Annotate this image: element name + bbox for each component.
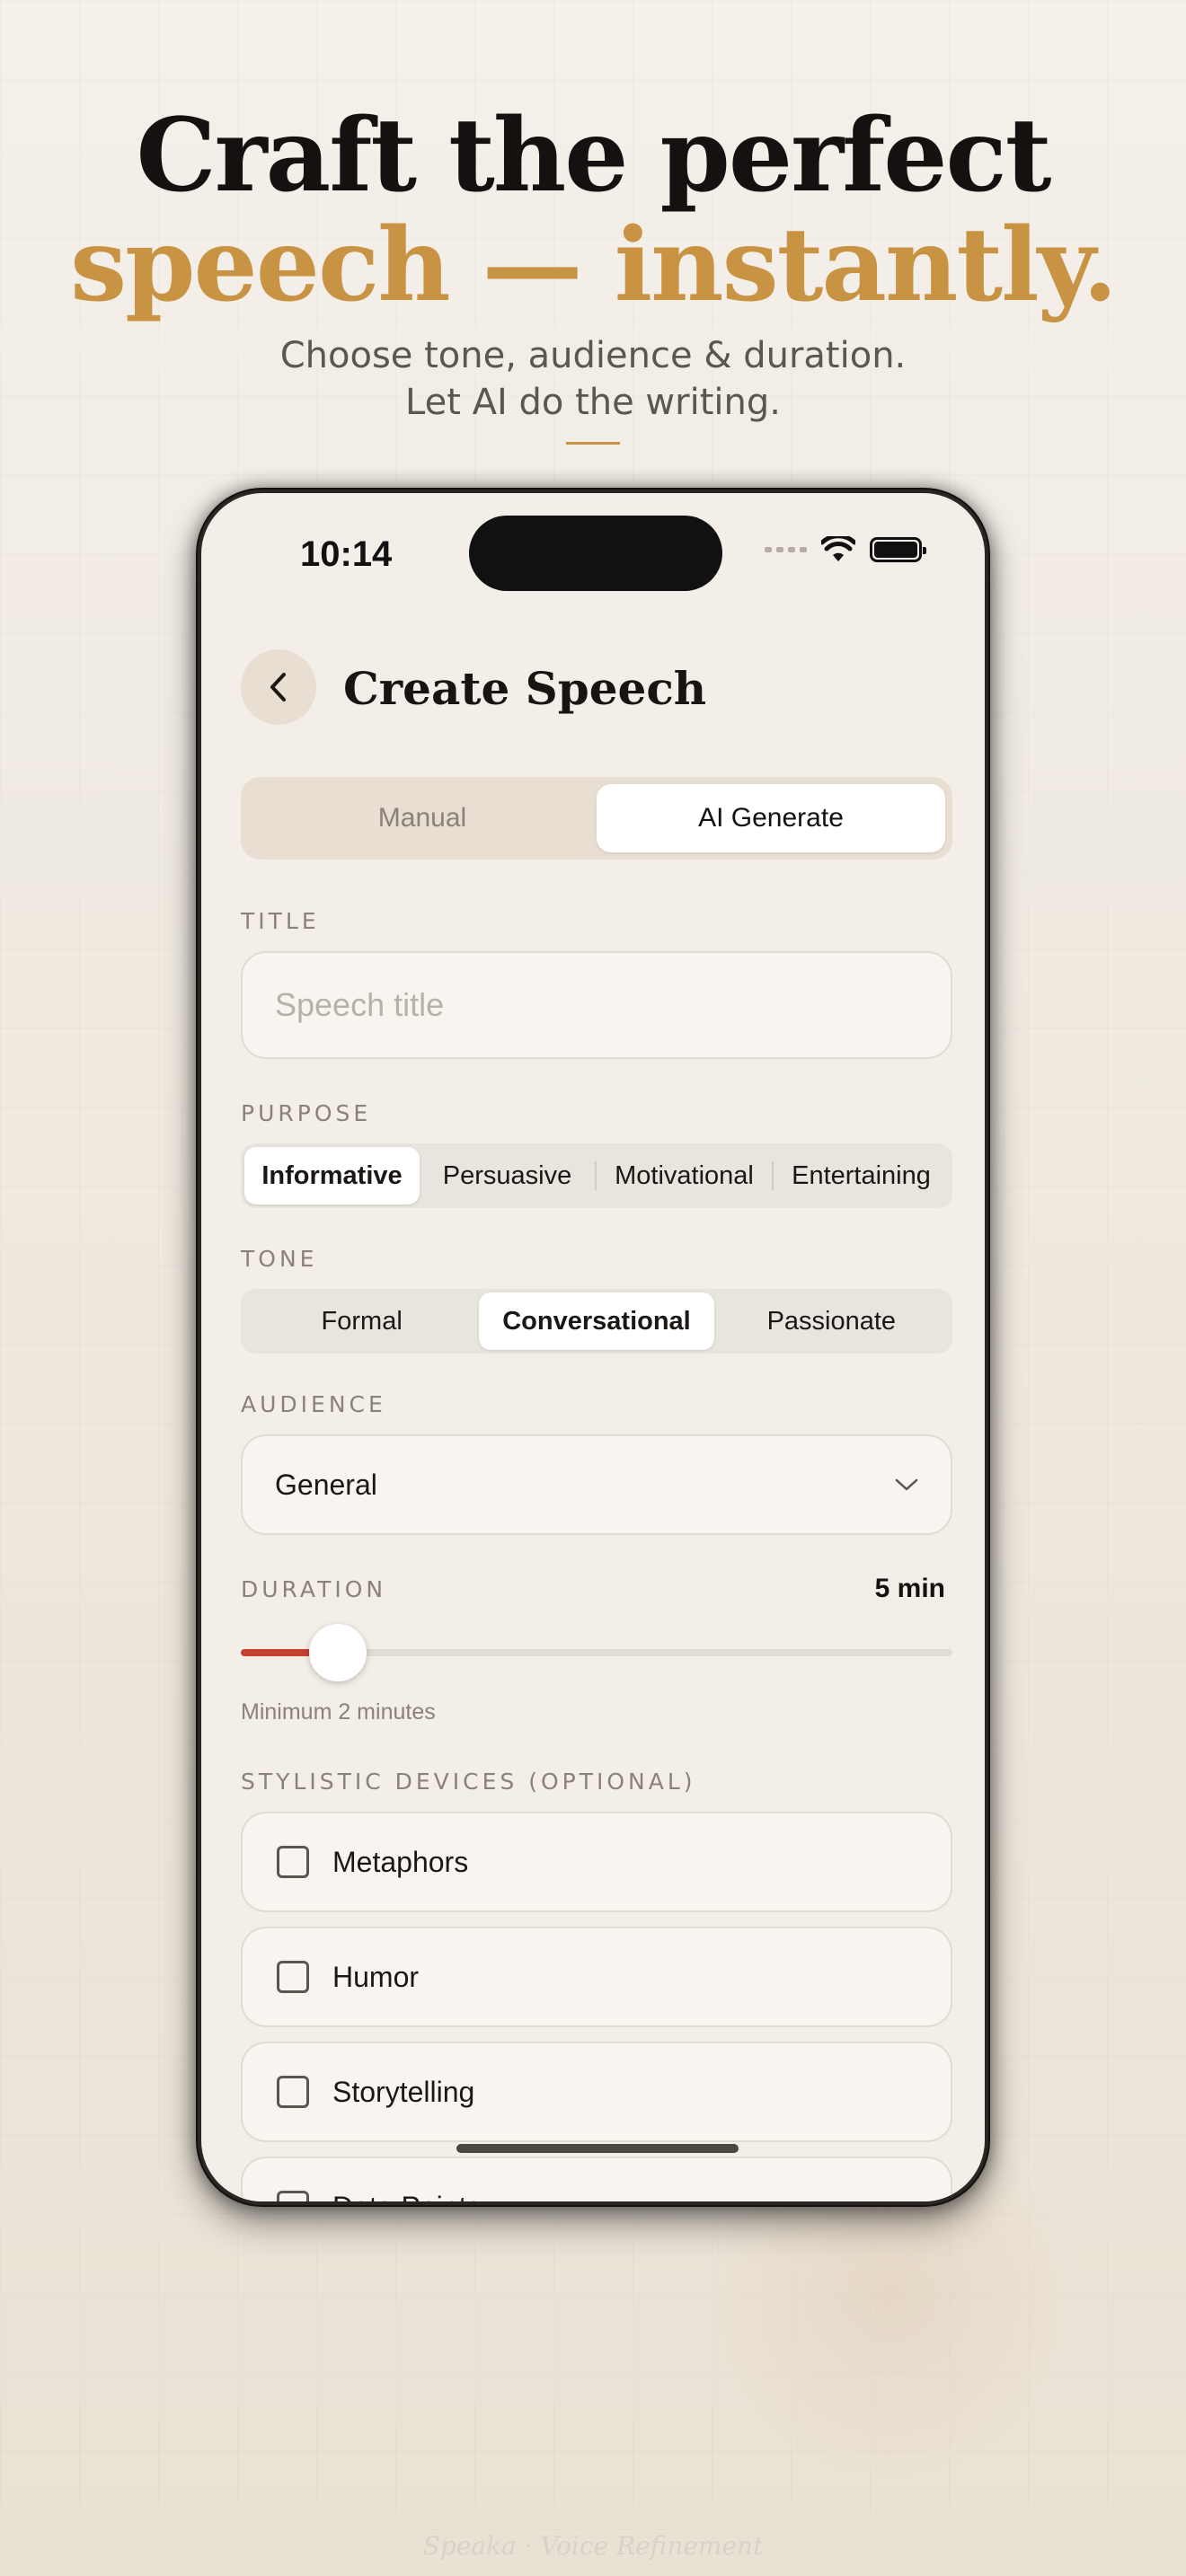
status-indicators [765,536,926,563]
checkbox-item-storytelling[interactable]: Storytelling [241,2042,952,2142]
tone-option-passionate[interactable]: Passionate [714,1292,949,1350]
duration-value: 5 min [874,1574,945,1603]
tone-label: TONE [241,1246,318,1272]
hero-headline-line1: Craft the perfect [136,97,1052,215]
checkbox-label: Humor [332,1960,420,1993]
status-time: 10:14 [300,534,393,574]
checkbox-item-metaphors[interactable]: Metaphors [241,1812,952,1912]
duration-slider[interactable] [241,1624,952,1681]
hero-subtitle-line1: Choose tone, audience & duration. [279,335,907,376]
stylistic-devices-label: STYLISTIC DEVICES (OPTIONAL) [241,1769,696,1795]
cellular-signal-icon [765,547,807,552]
battery-icon [870,537,926,562]
duration-label: DURATION [241,1576,387,1602]
hero-headline-line2: speech — instantly. [70,207,1118,324]
checkbox-label: Storytelling [332,2075,475,2108]
checkbox-label: Data Points [332,2191,481,2202]
purpose-option-persuasive[interactable]: Persuasive [420,1147,595,1204]
duration-hint: Minimum 2 minutes [241,1699,436,1725]
duration-slider-thumb[interactable] [308,1624,367,1681]
tone-option-conversational[interactable]: Conversational [479,1292,714,1350]
tone-segmented-control: Formal Conversational Passionate [241,1289,952,1354]
audience-select[interactable]: General [241,1434,952,1535]
hero-subtitle-line2: Let AI do the writing. [405,382,781,423]
audience-label: AUDIENCE [241,1391,386,1417]
chevron-left-icon [270,673,286,701]
checkbox-icon[interactable] [277,1846,309,1878]
mode-segmented-control: Manual AI Generate [241,777,952,860]
checkbox-icon[interactable] [277,1961,309,1993]
home-indicator [456,2144,739,2153]
screen-title: Create Speech [343,662,707,715]
checkbox-label: Metaphors [332,1845,469,1878]
wifi-icon [821,536,855,561]
phone-frame: 10:14 Create Speech Manual AI Generate T… [198,490,988,2205]
hero-divider [566,442,620,445]
purpose-segmented-control: Informative Persuasive Motivational Ente… [241,1143,952,1208]
title-input-placeholder: Speech title [275,986,445,1023]
tone-option-formal[interactable]: Formal [244,1292,479,1350]
title-input[interactable]: Speech title [241,951,952,1059]
checkbox-item-data-points[interactable]: Data Points [241,2157,952,2202]
checkbox-icon[interactable] [277,2191,309,2201]
purpose-option-entertaining[interactable]: Entertaining [774,1147,949,1204]
audience-value: General [275,1468,377,1501]
footer-brand: Speaka · Voice Refinement [422,2531,764,2561]
chevron-down-icon [895,1478,918,1491]
dynamic-island [469,516,722,591]
purpose-option-informative[interactable]: Informative [244,1147,420,1204]
purpose-label: PURPOSE [241,1100,372,1126]
purpose-option-motivational[interactable]: Motivational [597,1147,772,1204]
title-label: TITLE [241,908,320,934]
checkbox-item-humor[interactable]: Humor [241,1927,952,2027]
back-button[interactable] [241,649,316,725]
tab-ai-generate[interactable]: AI Generate [597,784,945,852]
checkbox-icon[interactable] [277,2076,309,2108]
tab-manual[interactable]: Manual [248,784,597,852]
